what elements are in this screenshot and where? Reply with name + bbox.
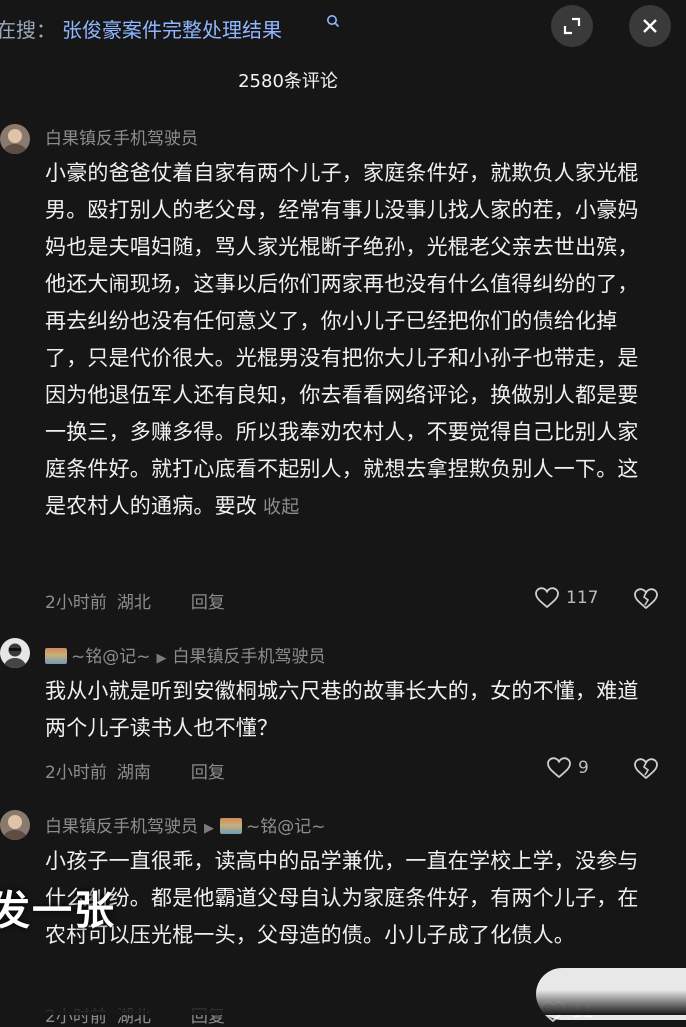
like-button[interactable]: 9 bbox=[546, 756, 589, 780]
bottom-fade bbox=[0, 990, 686, 1015]
play-arrow-icon: ▶ bbox=[156, 651, 167, 666]
top-bar: 在搜： 张俊豪案件完整处理结果 bbox=[0, 0, 686, 60]
comment-location: 湖北 bbox=[116, 593, 151, 613]
collapse-button[interactable]: 收起 bbox=[263, 497, 299, 518]
reply-to-author[interactable]: 白果镇反手机驾驶员 bbox=[173, 647, 326, 667]
mini-avatar bbox=[45, 648, 67, 664]
like-count: 9 bbox=[578, 758, 589, 778]
comments-count: 2580条评论 bbox=[238, 71, 338, 92]
comment-time: 2小时前 bbox=[45, 763, 107, 783]
avatar[interactable] bbox=[0, 124, 30, 154]
expand-icon bbox=[563, 17, 581, 35]
avatar[interactable] bbox=[0, 638, 30, 668]
expand-button[interactable] bbox=[551, 5, 593, 47]
heart-icon bbox=[535, 587, 559, 609]
comment-meta: 2小时前 湖南 回复 bbox=[45, 758, 235, 783]
comment-text: 小豪的爸爸仗着自家有两个儿子，家庭条件好，就欺负人家光棍男。殴打别人的老父母，经… bbox=[45, 161, 639, 518]
close-button[interactable] bbox=[629, 5, 671, 47]
comment-meta: 2小时前 湖北 回复 bbox=[45, 588, 235, 613]
heart-icon bbox=[547, 757, 571, 779]
comment-text: 我从小就是听到安徽桐城六尺巷的故事长大的，女的不懂，难道两个儿子读书人也不懂？ bbox=[45, 679, 639, 740]
comment-author[interactable]: 白果镇反手机驾驶员 bbox=[45, 124, 198, 149]
broken-heart-icon[interactable] bbox=[632, 756, 660, 782]
reply-button[interactable]: 回复 bbox=[191, 593, 225, 613]
overlay-caption: 发一张 bbox=[0, 888, 116, 934]
comment-location: 湖南 bbox=[116, 763, 151, 783]
close-icon bbox=[643, 19, 657, 33]
search-query-link[interactable]: 张俊豪案件完整处理结果 bbox=[62, 14, 282, 43]
reply-button[interactable]: 回复 bbox=[191, 763, 225, 783]
search-prefix: 在搜： bbox=[0, 18, 56, 42]
play-arrow-icon: ▶ bbox=[204, 821, 214, 836]
search-icon[interactable] bbox=[326, 14, 340, 28]
comment-time: 2小时前 bbox=[45, 593, 107, 613]
like-count: 117 bbox=[566, 588, 599, 608]
comment-author[interactable]: 白果镇反手机驾驶员 ▶ ~铭@记~ bbox=[45, 812, 326, 837]
comment-text: 小孩子一直很乖，读高中的品学兼优，一直在学校上学，没参与什么纠纷。都是他霸道父母… bbox=[45, 849, 639, 947]
like-button[interactable]: 117 bbox=[534, 586, 598, 610]
reply-to-author[interactable]: ~铭@记~ bbox=[246, 817, 326, 837]
avatar[interactable] bbox=[0, 810, 30, 840]
comment-author[interactable]: ~铭@记~ ▶ 白果镇反手机驾驶员 bbox=[45, 642, 326, 667]
broken-heart-icon[interactable] bbox=[632, 586, 660, 612]
mini-avatar bbox=[220, 818, 242, 834]
